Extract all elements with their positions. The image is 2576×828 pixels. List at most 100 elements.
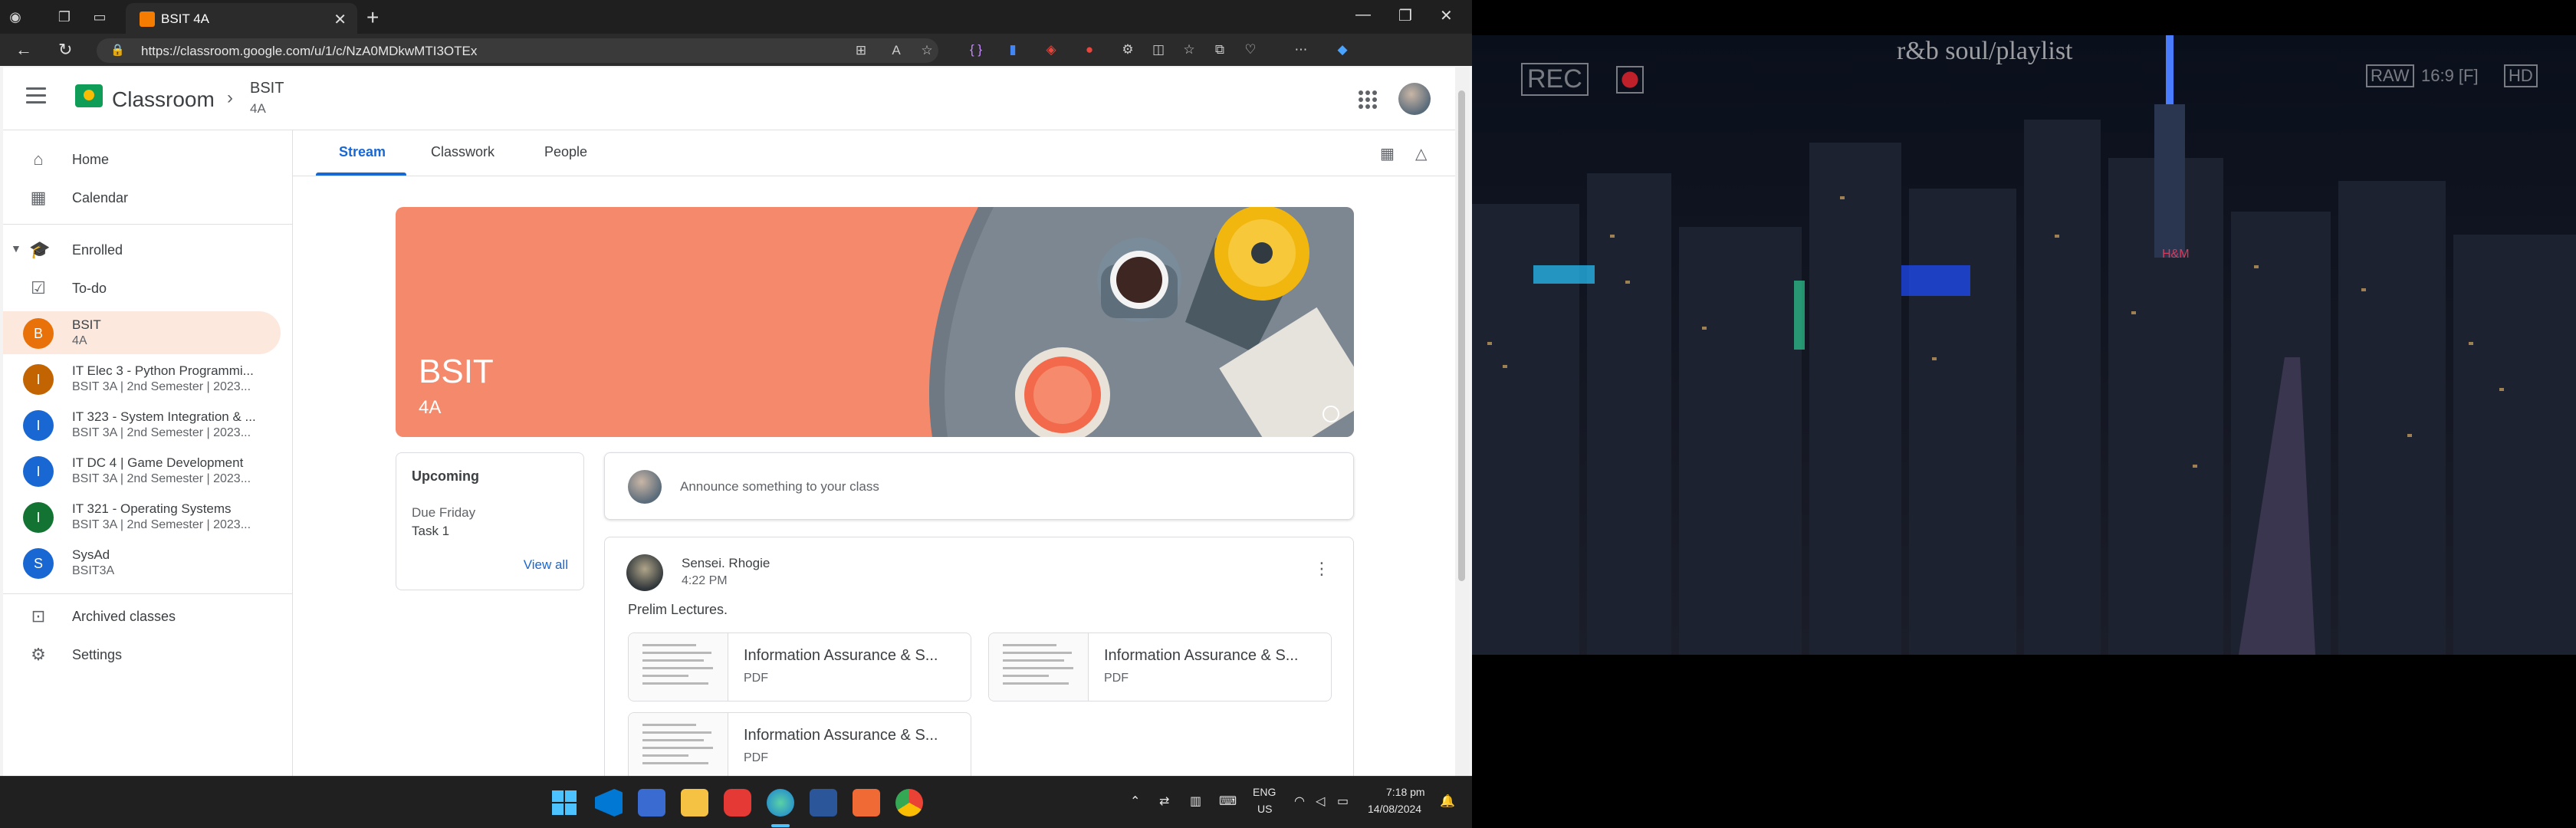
close-window-icon[interactable]: ✕: [1440, 6, 1453, 25]
upcoming-due: Due Friday: [412, 505, 476, 520]
workspaces-icon[interactable]: ❐: [55, 8, 74, 26]
divider: [3, 224, 293, 225]
sidebar-item-calendar[interactable]: ▦ Calendar: [3, 182, 290, 213]
url-field[interactable]: 🔒 https://classroom.google.com/u/1/c/NzA…: [97, 38, 938, 63]
scroll-thumb[interactable]: [1458, 90, 1465, 581]
breadcrumb-class-name[interactable]: BSIT: [250, 80, 284, 97]
refresh-icon[interactable]: ↻: [58, 40, 72, 60]
more-vert-icon[interactable]: ⋮: [1313, 559, 1330, 579]
split-screen-icon[interactable]: ◫: [1150, 41, 1167, 58]
collections-icon[interactable]: ⧉: [1211, 41, 1228, 58]
account-avatar[interactable]: [1398, 83, 1431, 115]
sidebar-item-enrolled[interactable]: ▼ 🎓 Enrolled: [3, 235, 290, 265]
read-aloud-icon[interactable]: A: [888, 42, 905, 59]
class-avatar: I: [23, 410, 54, 441]
microsoft-store-icon[interactable]: [638, 789, 665, 816]
sidebar-item-settings[interactable]: ⚙ Settings: [3, 639, 290, 670]
announce-box[interactable]: Announce something to your class: [604, 452, 1354, 520]
sidebar-class-operating-systems[interactable]: I IT 321 - Operating Systems BSIT 3A | 2…: [3, 495, 281, 538]
language-indicator[interactable]: ENG: [1253, 786, 1276, 798]
main-content: Stream Classwork People ▦ △ BSIT 4A Upco…: [293, 130, 1455, 776]
upcoming-task[interactable]: Task 1: [412, 524, 449, 539]
google-apps-icon[interactable]: [1359, 90, 1377, 109]
browser-essentials-icon[interactable]: ♡: [1242, 41, 1259, 58]
volume-icon[interactable]: ◁: [1316, 794, 1325, 809]
start-windows-icon[interactable]: [550, 789, 578, 816]
minimize-icon[interactable]: —: [1355, 6, 1371, 24]
class-name: IT Elec 3 - Python Programmi...: [72, 363, 254, 378]
sidebar-class-system-integration[interactable]: I IT 323 - System Integration & ... BSIT…: [3, 403, 281, 446]
favorites-icon[interactable]: ☆: [1181, 41, 1198, 58]
sidebar-class-bsit[interactable]: B BSIT 4A: [3, 311, 281, 354]
show-hidden-icons-icon[interactable]: ⌃: [1130, 794, 1140, 809]
tab-classwork[interactable]: Classwork: [431, 144, 495, 160]
tab-stream[interactable]: Stream: [339, 144, 386, 160]
profile-icon[interactable]: ◉: [6, 8, 25, 26]
vscode-icon[interactable]: [595, 789, 623, 816]
banner-class-name[interactable]: BSIT: [419, 353, 494, 391]
sidebar-item-home[interactable]: ⌂ Home: [3, 144, 290, 175]
attachment-type: PDF: [744, 672, 768, 685]
browser-tab-active[interactable]: BSIT 4A ✕: [126, 3, 357, 34]
record-indicator-icon: [1616, 66, 1644, 94]
video-player[interactable]: H&M r&b soul/playlist REC RAW 16:9 [F] H…: [1472, 35, 2576, 655]
sidebar-label-calendar: Calendar: [72, 190, 129, 205]
class-avatar: I: [23, 456, 54, 487]
more-menu-icon[interactable]: ⋯: [1293, 41, 1309, 58]
extension-3-icon[interactable]: ◈: [1043, 41, 1060, 58]
attachment-card[interactable]: Information Assurance & S... PDF: [988, 632, 1332, 702]
word-icon[interactable]: [810, 789, 837, 816]
back-icon[interactable]: ←: [15, 40, 32, 60]
extension-2-icon[interactable]: ▮: [1004, 41, 1021, 58]
class-name: SysAd: [72, 547, 110, 562]
wifi-icon[interactable]: ◠: [1294, 794, 1305, 809]
tab-actions-icon[interactable]: ▭: [90, 8, 109, 26]
tab-people[interactable]: People: [544, 144, 587, 160]
class-subtitle: BSIT 3A | 2nd Semester | 2023...: [72, 426, 251, 439]
sidebar-class-game-dev[interactable]: I IT DC 4 | Game Development BSIT 3A | 2…: [3, 449, 281, 492]
app-title[interactable]: Classroom: [112, 87, 215, 112]
keyboard-icon[interactable]: ⌨: [1219, 794, 1237, 809]
chrome-icon[interactable]: [895, 789, 923, 816]
page-scrollbar[interactable]: [1455, 67, 1469, 776]
attachment-card[interactable]: Information Assurance & S... PDF: [628, 712, 971, 776]
edge-browser-icon[interactable]: [767, 789, 794, 816]
clock-date[interactable]: 14/08/2024: [1368, 803, 1421, 815]
battery-icon[interactable]: ▭: [1337, 794, 1349, 809]
attachment-card[interactable]: Information Assurance & S... PDF: [628, 632, 971, 702]
region-indicator[interactable]: US: [1257, 803, 1272, 815]
app-available-icon[interactable]: ⊞: [853, 42, 869, 59]
sidebar-class-python[interactable]: I IT Elec 3 - Python Programmi... BSIT 3…: [3, 357, 281, 400]
class-avatar: S: [23, 548, 54, 579]
notifications-bell-icon[interactable]: 🔔: [1440, 794, 1455, 809]
class-subtitle: 4A: [72, 334, 87, 347]
maximize-icon[interactable]: ❐: [1398, 6, 1412, 25]
close-tab-icon[interactable]: ✕: [334, 10, 347, 29]
sidebar-item-archived[interactable]: ⊡ Archived classes: [3, 601, 290, 632]
main-menu-icon[interactable]: [26, 87, 46, 104]
extension-1-icon[interactable]: { }: [968, 41, 984, 58]
copilot-icon[interactable]: ◆: [1334, 41, 1351, 58]
sidebar-class-sysad[interactable]: S SysAd BSIT3A: [3, 541, 281, 584]
sidebar-label-archived: Archived classes: [72, 609, 176, 624]
tray-app-icon[interactable]: ▥: [1190, 794, 1201, 809]
extension-4-icon[interactable]: ●: [1081, 41, 1098, 58]
calendar-icon[interactable]: ▦: [1380, 144, 1395, 163]
banner-illustration: [929, 207, 1354, 437]
sidebar-label-enrolled: Enrolled: [72, 242, 123, 258]
xampp-icon[interactable]: [853, 789, 880, 816]
clock-time[interactable]: 7:18 pm: [1386, 786, 1425, 798]
drive-folder-icon[interactable]: △: [1415, 144, 1427, 163]
post-text: Prelim Lectures.: [628, 602, 728, 617]
youtube-icon[interactable]: [724, 789, 751, 816]
tray-app-icon[interactable]: ⇄: [1159, 794, 1169, 809]
file-explorer-icon[interactable]: [681, 789, 708, 816]
favorite-star-icon[interactable]: ☆: [918, 42, 935, 59]
new-tab-icon[interactable]: +: [366, 5, 379, 30]
sidebar-item-todo[interactable]: ☑ To-do: [3, 273, 290, 304]
raw-label: RAW: [2366, 64, 2414, 87]
home-icon: ⌂: [33, 150, 44, 169]
extensions-icon[interactable]: ⚙: [1119, 41, 1136, 58]
view-all-link[interactable]: View all: [524, 557, 568, 573]
classroom-logo-icon[interactable]: [75, 84, 103, 107]
